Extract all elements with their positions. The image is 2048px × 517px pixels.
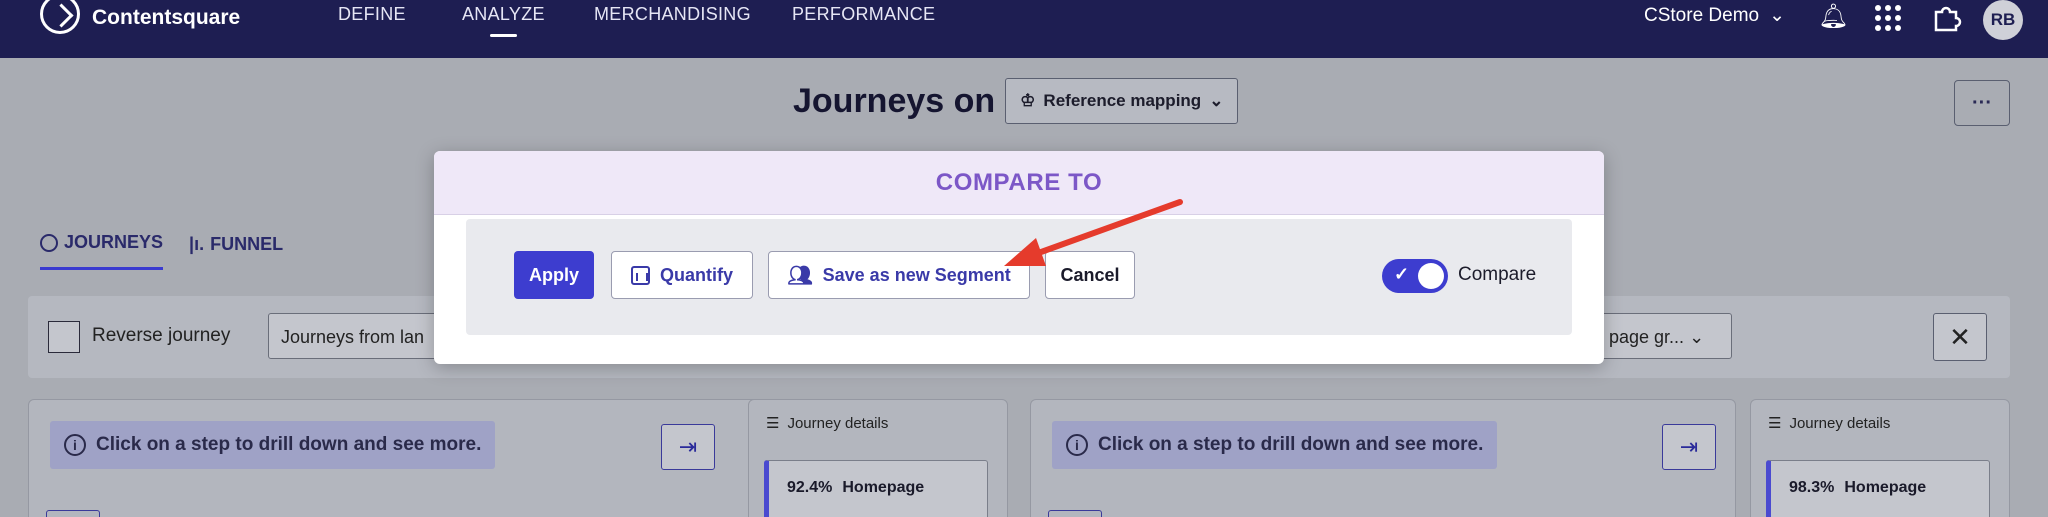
chevron-down-icon: ⌄ (1769, 5, 1786, 26)
bar-chart-icon (630, 265, 650, 285)
more-options-button[interactable]: ··· (1954, 80, 2010, 126)
tab-journeys[interactable]: JOURNEYS (40, 232, 164, 270)
page-group-value: page gr... (1609, 327, 1685, 347)
chevron-down-icon: ⌄ (1209, 91, 1224, 110)
page-title: Journeys on (793, 81, 996, 120)
page-header: Journeys on ♔ Reference mapping ⌄ (793, 78, 1239, 124)
journey-details-label: Journey details (1789, 414, 1891, 432)
reference-mapping-button[interactable]: ♔ Reference mapping ⌄ (1005, 78, 1239, 124)
step-card-right[interactable]: 98.3% Homepage (1766, 460, 1990, 517)
compare-toggle[interactable]: ✓ (1382, 259, 1448, 293)
tab-funnel[interactable]: |ı. FUNNEL (189, 232, 283, 270)
brand-logo[interactable]: Contentsquare (40, 0, 240, 40)
nav-analyze[interactable]: ANALYZE (462, 4, 545, 37)
tab-journeys-label: JOURNEYS (64, 232, 164, 252)
journeys-icon (40, 233, 58, 252)
step-label: Homepage (842, 479, 925, 496)
top-nav: Contentsquare DEFINE ANALYZE MERCHANDISI… (0, 0, 2048, 58)
apps-grid-icon[interactable] (1874, 4, 1902, 32)
save-segment-label: Save as new Segment (822, 264, 1011, 285)
toggle-knob (1418, 263, 1444, 289)
crown-icon: ♔ (1020, 91, 1036, 110)
users-icon: 👥︎ (787, 264, 813, 287)
info-banner-text: Click on a step to drill down and see mo… (96, 434, 482, 455)
store-name: CStore Demo (1644, 4, 1760, 26)
nav-merchandising[interactable]: MERCHANDISING (594, 4, 751, 25)
apply-button[interactable]: Apply (514, 251, 594, 299)
store-selector[interactable]: CStore Demo ⌄ (1644, 4, 1785, 27)
close-icon: ✕ (1949, 321, 1971, 352)
journey-details-label: Journey details (787, 414, 889, 432)
filter-lines-icon: ☰ (1768, 415, 1782, 432)
journey-details-title-right: ☰ Journey details (1768, 414, 1891, 433)
info-icon: i (64, 434, 86, 456)
journeys-from-select[interactable]: Journeys from lan (268, 313, 448, 359)
funnel-bars-icon: |ı. (189, 233, 205, 254)
filter-lines-icon: ☰ (766, 415, 780, 432)
nav-define[interactable]: DEFINE (338, 4, 406, 25)
step-percent: 92.4% (787, 479, 833, 496)
info-banner-right: i Click on a step to drill down and see … (1052, 421, 1498, 469)
step-tab-left[interactable] (46, 510, 100, 517)
nav-performance[interactable]: PERFORMANCE (792, 4, 935, 25)
info-icon: i (1066, 434, 1088, 456)
step-card-left[interactable]: 92.4% Homepage (764, 460, 988, 517)
reference-mapping-label: Reference mapping (1043, 91, 1202, 110)
compare-to-modal: COMPARE TO Apply Quantify 👥︎ Save as new… (434, 151, 1604, 364)
reverse-journey-checkbox[interactable] (48, 321, 80, 353)
expand-panel-button-right[interactable]: ⇥ (1662, 424, 1716, 470)
quantify-button[interactable]: Quantify (611, 251, 753, 299)
cancel-button[interactable]: Cancel (1045, 251, 1135, 299)
contentsquare-logo-icon (40, 0, 80, 34)
info-banner-text: Click on a step to drill down and see mo… (1098, 434, 1484, 455)
step-tab-right[interactable] (1048, 510, 1102, 517)
brand-name: Contentsquare (92, 6, 241, 29)
analysis-tabs: JOURNEYS |ı. FUNNEL (40, 232, 283, 270)
puzzle-icon[interactable] (1932, 2, 1962, 32)
avatar[interactable]: RB (1983, 0, 2023, 40)
save-as-new-segment-button[interactable]: 👥︎ Save as new Segment (768, 251, 1030, 299)
step-label: Homepage (1844, 479, 1927, 496)
chevron-down-icon: ⌄ (1689, 327, 1705, 347)
info-banner-left: i Click on a step to drill down and see … (50, 421, 496, 469)
modal-header: COMPARE TO (434, 151, 1604, 215)
expand-right-icon: ⇥ (678, 434, 698, 459)
expand-right-icon: ⇥ (1679, 434, 1699, 459)
tab-funnel-label: FUNNEL (210, 233, 284, 254)
quantify-label: Quantify (659, 264, 733, 285)
reverse-journey-label: Reverse journey (92, 325, 231, 346)
page-group-select[interactable]: page gr... ⌄ (1594, 313, 1732, 359)
step-percent: 98.3% (1789, 479, 1835, 496)
modal-title: COMPARE TO (935, 168, 1103, 196)
close-filter-button[interactable]: ✕ (1933, 313, 1987, 361)
compare-label: Compare (1458, 264, 1537, 285)
check-icon: ✓ (1394, 264, 1410, 284)
journey-details-title-left: ☰ Journey details (766, 414, 889, 433)
bell-icon[interactable]: 🔔︎ (1818, 2, 1848, 31)
expand-panel-button-left[interactable]: ⇥ (661, 424, 715, 470)
